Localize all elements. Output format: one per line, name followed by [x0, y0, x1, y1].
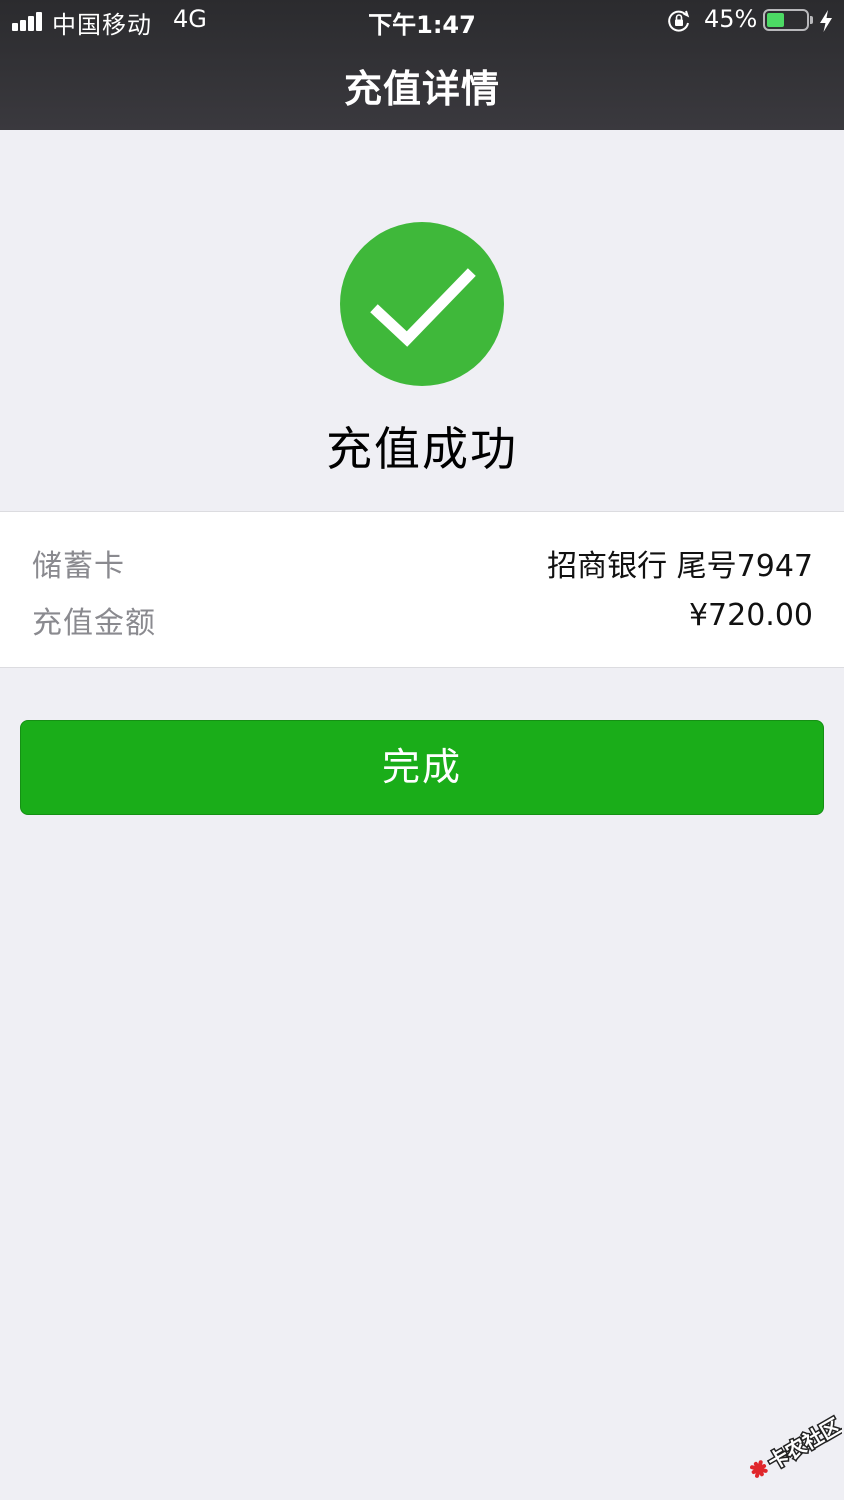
- top-bar: 中国移动 4G 下午1:47 45% 充值详情: [0, 0, 844, 130]
- charging-bolt-icon: [820, 10, 832, 32]
- watermark-logo: 卡农社区: [750, 1412, 842, 1478]
- battery-icon: [763, 9, 809, 31]
- detail-row-card: 储蓄卡 招商银行 尾号7947: [32, 541, 813, 585]
- svg-text:卡农社区: 卡农社区: [764, 1414, 842, 1475]
- status-bar: 中国移动 4G 下午1:47 45%: [0, 0, 844, 44]
- detail-value: 招商银行 尾号7947: [547, 549, 813, 584]
- detail-label: 充值金额: [32, 606, 156, 641]
- detail-row-amount: 充值金额 ¥720.00: [32, 598, 813, 642]
- success-message: 充值成功: [326, 422, 518, 476]
- done-button[interactable]: 完成: [20, 720, 824, 815]
- page-title: 充值详情: [343, 67, 500, 111]
- orientation-lock-icon: [668, 10, 690, 32]
- battery-level: [767, 13, 784, 27]
- detail-label: 储蓄卡: [32, 549, 125, 584]
- battery-cap: [810, 16, 813, 24]
- battery-percent: 45%: [704, 5, 758, 33]
- details-card: 储蓄卡 招商银行 尾号7947 充值金额 ¥720.00: [0, 511, 844, 668]
- checkmark-icon: [340, 222, 504, 386]
- detail-value: ¥720.00: [688, 598, 813, 633]
